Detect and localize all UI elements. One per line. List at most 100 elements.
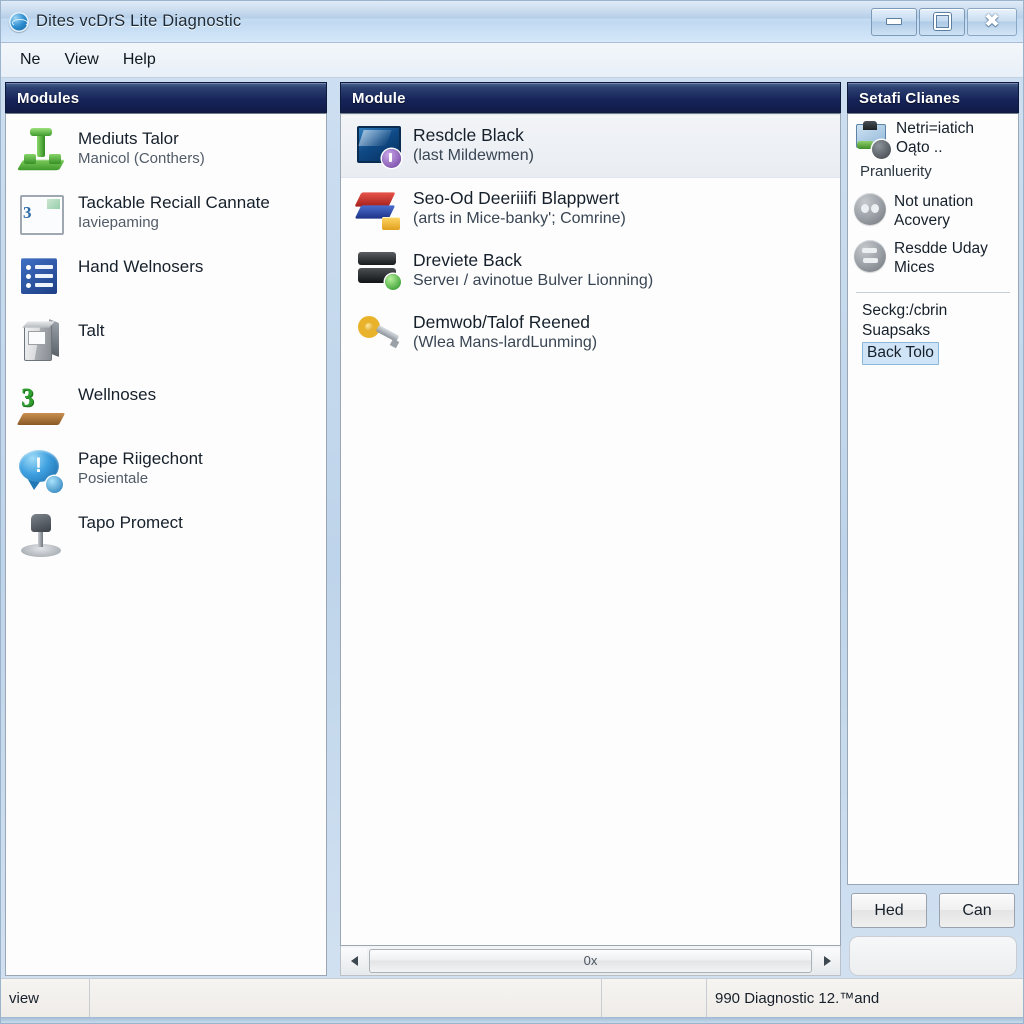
table-row[interactable]: Resdcle Black (last Mildewmen) <box>341 114 840 178</box>
settings-link-selected[interactable]: Back Tolo <box>862 342 939 366</box>
menu-item-file[interactable]: Ne <box>9 48 51 72</box>
minimize-icon <box>886 18 902 25</box>
status-third <box>602 979 707 1017</box>
modules-panel: Modules Mediuts Talor Manicol (Conthers) <box>3 82 330 976</box>
list-item-title: Pape Riigechont <box>78 449 203 468</box>
table-row-title: Seo-Od Deeriiifi Blappwert <box>413 188 620 208</box>
application-window: Dites vcDrS Lite Diagnostic ✖ Ne View He… <box>0 0 1024 1024</box>
maximize-button[interactable] <box>919 7 965 36</box>
menu-item-view[interactable]: View <box>53 48 109 72</box>
main-content: Modules Mediuts Talor Manicol (Conthers) <box>1 78 1023 978</box>
blue-bubble-icon: ! <box>18 447 66 497</box>
black-server-icon <box>355 248 401 294</box>
scrollbar-track[interactable]: 0x <box>367 948 814 974</box>
settings-row-sub: Pranluerity <box>860 163 932 181</box>
list-item[interactable]: Tapo Promect <box>6 504 326 568</box>
module-panel-header: Module <box>340 82 841 113</box>
settings-footer-box <box>849 936 1017 976</box>
table-row-subtitle: (Wlea Mans-lardLunming) <box>413 334 598 352</box>
list-item[interactable]: Hand Welnosers <box>6 248 326 312</box>
gray-round-icon <box>854 193 886 226</box>
divider <box>856 291 1010 293</box>
list-item-title: Mediuts Talor <box>78 129 179 148</box>
triangle-right-icon[interactable] <box>814 947 840 974</box>
menu-bar: Ne View Help <box>1 43 1023 78</box>
list-item-subtitle: Manicol (Conthers) <box>78 149 205 167</box>
window-controls: ✖ <box>869 7 1023 36</box>
status-bar: view 990 Diagnostic 12.™and <box>1 978 1023 1017</box>
module-panel-body[interactable]: Resdcle Black (last Mildewmen) Seo-Od De… <box>340 113 841 946</box>
settings-row[interactable]: Resdde Uday Mices <box>848 234 1018 281</box>
list-item[interactable]: 3 Wellnoses <box>6 376 326 440</box>
list-item-title: Hand Welnosers <box>78 257 204 276</box>
list-item[interactable]: 3 Tackable Reciall Cannate Iaviepaming <box>6 184 326 248</box>
close-icon: ✖ <box>984 11 1000 32</box>
cancel-button[interactable]: Can <box>939 893 1015 928</box>
title-bar: Dites vcDrS Lite Diagnostic ✖ <box>1 1 1023 43</box>
pc-tower-icon <box>18 318 66 369</box>
list-item-title: Wellnoses <box>78 385 157 404</box>
settings-panel-body[interactable]: Netri=iatich Oąto .. Pranluerity Not una… <box>847 113 1019 885</box>
table-row-subtitle: (arts in Mice-banky'; Comrine) <box>413 210 626 228</box>
red-boxes-icon <box>354 186 401 232</box>
list-item-subtitle: Iaviepaming <box>78 213 159 231</box>
list-item-title: Talt <box>78 321 105 340</box>
gray-round-alt-icon <box>854 240 886 273</box>
microphone-icon <box>18 511 66 561</box>
modules-list: Mediuts Talor Manicol (Conthers) 3 Tacka… <box>6 114 326 568</box>
gold-key-icon <box>355 310 401 356</box>
settings-link[interactable]: Suapsaks <box>862 321 1014 342</box>
minimize-button[interactable] <box>871 7 917 36</box>
status-right: 990 Diagnostic 12.™and <box>715 989 880 1007</box>
status-middle <box>90 979 602 1017</box>
framed-photo-icon: 3 <box>18 191 66 241</box>
settings-link[interactable]: Seckg:/cbrin <box>862 301 1014 322</box>
window-bottom-edge <box>1 1017 1023 1023</box>
table-row-subtitle: Serveı / avinotue Bulver Lionning) <box>413 272 654 290</box>
settings-row-title: Resdde Uday <box>894 240 988 258</box>
wood-board-icon: 3 <box>16 383 66 433</box>
module-panel: Module Resdcle Black (last Mildewmen) Se… <box>330 82 845 976</box>
list-item-title: Tackable Reciall Cannate <box>78 193 270 212</box>
table-row[interactable]: Demwob/Talof Reened (Wlea Mans-lardLunmi… <box>341 302 840 364</box>
table-row-title: Resdcle Black <box>413 125 524 145</box>
settings-row[interactable]: Netri=iatich Oąto .. <box>848 114 1018 161</box>
table-row-title: Dreviete Back <box>413 250 522 270</box>
list-item-subtitle: Posientale <box>78 469 149 487</box>
globe-icon <box>9 11 29 32</box>
status-left: view <box>1 979 90 1017</box>
settings-row[interactable]: Not unation Acovery <box>848 187 1018 234</box>
camera-tool-icon <box>854 120 891 159</box>
close-button[interactable]: ✖ <box>967 7 1017 36</box>
list-item[interactable]: Talt <box>6 312 326 376</box>
horizontal-scrollbar[interactable]: 0x <box>340 946 841 976</box>
settings-links: Seckg:/cbrin Suapsaks Back Tolo <box>848 301 1018 366</box>
settings-row-line2: Oąto .. <box>896 138 943 156</box>
settings-row-line2: Acovery <box>894 211 950 229</box>
table-row[interactable]: Seo-Od Deeriiifi Blappwert (arts in Mice… <box>341 178 840 240</box>
blue-screen-icon <box>355 123 401 169</box>
table-row[interactable]: Dreviete Back Serveı / avinotue Bulver L… <box>341 240 840 302</box>
apply-button[interactable]: Hed <box>851 893 927 928</box>
table-row-subtitle: (last Mildewmen) <box>413 147 534 165</box>
settings-buttons: Hed Can <box>847 885 1019 934</box>
blue-list-icon <box>18 255 66 305</box>
scrollbar-thumb[interactable]: 0x <box>369 948 812 973</box>
settings-panel: Setafi Clianes Netri=iatich Oąto .. Pran… <box>845 82 1021 976</box>
green-plug-icon <box>16 127 66 177</box>
window-title: Dites vcDrS Lite Diagnostic <box>36 12 242 30</box>
list-item[interactable]: Mediuts Talor Manicol (Conthers) <box>6 120 326 184</box>
triangle-left-icon[interactable] <box>341 947 367 974</box>
modules-panel-body[interactable]: Mediuts Talor Manicol (Conthers) 3 Tacka… <box>5 113 327 976</box>
menu-item-help[interactable]: Help <box>112 48 167 72</box>
table-row-title: Demwob/Talof Reened <box>413 312 591 332</box>
modules-panel-header: Modules <box>5 82 327 113</box>
list-item-title: Tapo Promect <box>78 513 183 532</box>
maximize-icon <box>933 13 951 30</box>
settings-row-title: Not unation <box>894 193 974 211</box>
module-list: Resdcle Black (last Mildewmen) Seo-Od De… <box>341 114 840 364</box>
settings-row-title: Netri=iatich <box>896 120 974 137</box>
list-item[interactable]: ! Pape Riigechont Posientale <box>6 440 326 504</box>
settings-panel-header: Setafi Clianes <box>847 82 1019 113</box>
settings-row-line2: Mices <box>894 258 935 276</box>
